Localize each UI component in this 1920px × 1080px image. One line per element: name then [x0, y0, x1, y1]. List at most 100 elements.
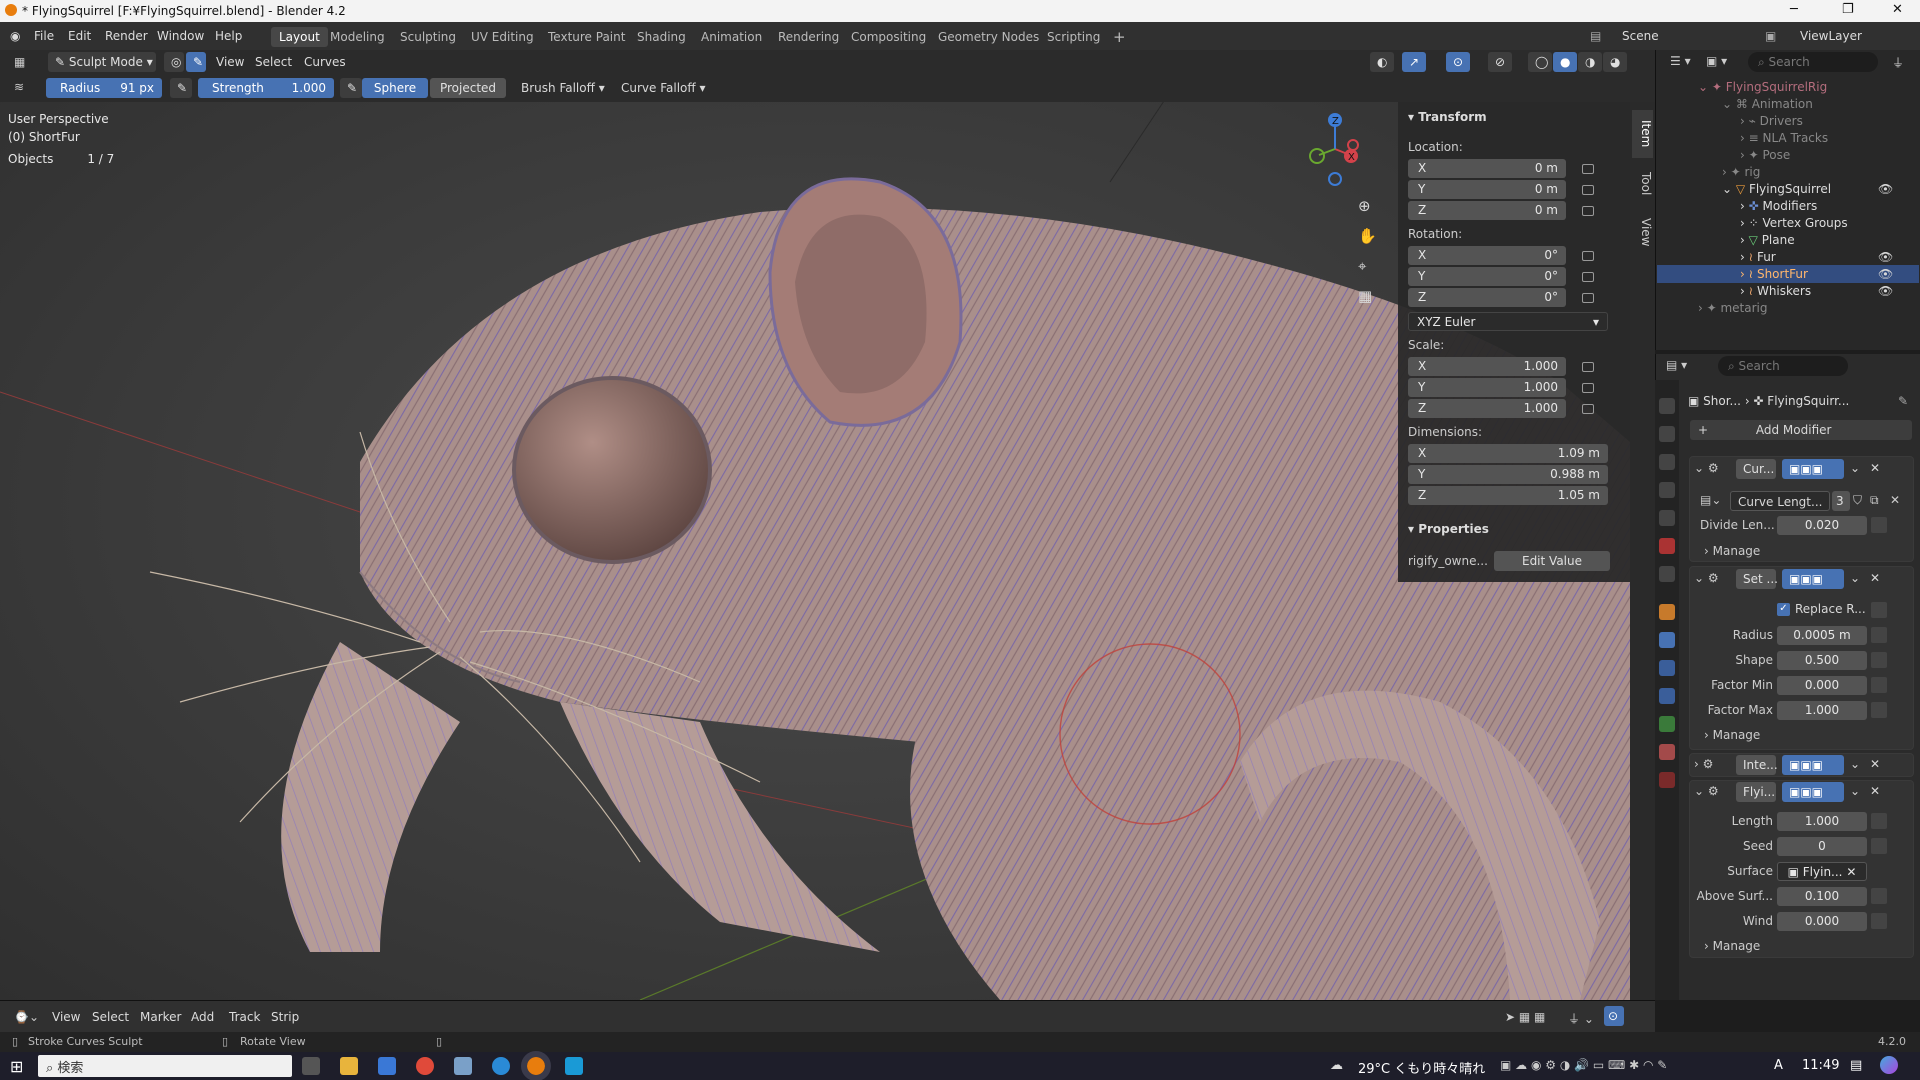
scene-tab-icon[interactable]: [1659, 510, 1675, 526]
scale-z-field[interactable]: Z 1.000: [1408, 399, 1566, 418]
taskbar-search-input[interactable]: ⌕ 検索: [38, 1055, 292, 1077]
symmetry-icon[interactable]: ◎: [164, 52, 184, 72]
modifier-remove-icon[interactable]: ✕: [1870, 461, 1880, 475]
keyframe-icon[interactable]: [1871, 517, 1887, 533]
factor-min-field[interactable]: 0.000: [1777, 676, 1867, 695]
manage-subpanel[interactable]: › Manage: [1704, 728, 1760, 742]
mask-toggle-icon[interactable]: ✎: [186, 52, 206, 72]
pin-icon[interactable]: ✎: [1898, 394, 1908, 408]
lock-icon[interactable]: [1582, 185, 1594, 195]
outliner-item-pose[interactable]: › ✦ Pose: [1740, 148, 1790, 162]
display-mode-icon[interactable]: ▣ ▾: [1706, 54, 1727, 68]
fake-user-icon[interactable]: ⛉: [1853, 493, 1862, 508]
blender-menu-icon[interactable]: ◉: [10, 29, 20, 43]
outliner-item-whiskers[interactable]: › ≀ Whiskers: [1740, 284, 1811, 298]
manage-subpanel[interactable]: › Manage: [1704, 544, 1760, 558]
timeline-menu-marker[interactable]: Marker: [140, 1010, 181, 1024]
outliner-item-metarig[interactable]: › ✦ metarig: [1698, 301, 1768, 315]
shape-field[interactable]: 0.500: [1777, 651, 1867, 670]
outliner-editor-icon[interactable]: ☰ ▾: [1670, 54, 1691, 68]
dimension-y-field[interactable]: Y 0.988 m: [1408, 465, 1608, 484]
output-tab-icon[interactable]: [1659, 454, 1675, 470]
menu-view[interactable]: View: [216, 55, 244, 69]
outliner-item-rig-object[interactable]: ⌄ ✦ FlyingSquirrelRig: [1698, 80, 1827, 94]
menu-render[interactable]: Render: [105, 29, 148, 43]
rotation-y-field[interactable]: Y 0°: [1408, 267, 1566, 286]
radius-pressure-icon[interactable]: ✎: [170, 78, 192, 98]
add-workspace-icon[interactable]: +: [1105, 25, 1134, 46]
lock-icon[interactable]: [1582, 251, 1594, 261]
view-layer-tab-icon[interactable]: [1659, 482, 1675, 498]
modifier-visibility-icons[interactable]: ▣▣▣: [1782, 459, 1844, 479]
windows-start-icon[interactable]: ⊞: [10, 1057, 23, 1076]
modifier-visibility-icons[interactable]: ▣▣▣: [1782, 782, 1844, 802]
edit-value-button[interactable]: Edit Value: [1494, 551, 1610, 571]
lock-icon[interactable]: [1582, 206, 1594, 216]
rendered-shading-icon[interactable]: ◕: [1603, 52, 1627, 72]
tab-uv-editing[interactable]: UV Editing: [463, 27, 542, 47]
modifier-visibility-icons[interactable]: ▣▣▣: [1782, 755, 1844, 775]
ime-indicator[interactable]: A: [1774, 1058, 1783, 1073]
projected-toggle[interactable]: Projected: [430, 78, 506, 98]
3d-viewport[interactable]: User Perspective (0) ShortFur Objects 1 /…: [0, 102, 1630, 1000]
modifier-collapse-icon[interactable]: ⌄ ⚙: [1694, 571, 1719, 585]
gizmo-toggle-icon[interactable]: ↗: [1402, 52, 1426, 72]
location-y-field[interactable]: Y0 m: [1408, 180, 1566, 199]
radius-param-field[interactable]: 0.0005 m: [1777, 626, 1867, 645]
keyframe-icon[interactable]: [1871, 627, 1887, 643]
properties-editor-icon[interactable]: ▤ ▾: [1666, 358, 1687, 372]
menu-select[interactable]: Select: [255, 55, 292, 69]
menu-help[interactable]: Help: [215, 29, 242, 43]
tab-view[interactable]: View: [1632, 210, 1653, 254]
lock-icon[interactable]: [1582, 383, 1594, 393]
modifier-tab-icon[interactable]: [1659, 632, 1675, 648]
unlink-icon[interactable]: ✕: [1890, 493, 1900, 507]
modifier-collapse-icon[interactable]: ⌄ ⚙: [1694, 461, 1719, 475]
restore-icon[interactable]: ❐: [1842, 2, 1854, 17]
material-tab-icon[interactable]: [1659, 744, 1675, 760]
keyframe-icon[interactable]: [1871, 677, 1887, 693]
overlay-toggle-icon[interactable]: ⊙: [1446, 52, 1470, 72]
sphere-toggle[interactable]: Sphere: [362, 78, 428, 98]
weather-text[interactable]: 29°C くもり時々晴れ: [1358, 1058, 1485, 1077]
properties-search-input[interactable]: ⌕ Search: [1718, 356, 1848, 376]
modifier-name-field[interactable]: Flyi...: [1736, 782, 1776, 802]
dimension-x-field[interactable]: X 1.09 m: [1408, 444, 1608, 463]
strength-pressure-icon[interactable]: ✎: [340, 78, 362, 98]
scale-y-field[interactable]: Y 1.000: [1408, 378, 1566, 397]
data-tab-icon[interactable]: [1659, 716, 1675, 732]
keyframe-icon[interactable]: [1871, 702, 1887, 718]
timeline-editor-icon[interactable]: ⌚⌄: [14, 1010, 39, 1024]
timeline-menu-track[interactable]: Track: [229, 1010, 260, 1024]
eye-icon[interactable]: 👁: [1878, 250, 1893, 264]
filter-icon[interactable]: ⏚: [1892, 54, 1904, 71]
xray-icon[interactable]: ⊘: [1488, 52, 1512, 72]
modifier-menu-chevron-icon[interactable]: ⌄: [1850, 571, 1860, 585]
ortho-grid-icon[interactable]: ▦: [1358, 287, 1372, 305]
lock-icon[interactable]: [1582, 404, 1594, 414]
timeline-menu-select[interactable]: Select: [92, 1010, 129, 1024]
editor-type-icon[interactable]: ▦: [14, 55, 25, 69]
texture-tab-icon[interactable]: [1659, 772, 1675, 788]
render-tab-icon[interactable]: [1659, 426, 1675, 442]
tray-icons[interactable]: ▣ ☁ ◉ ⚙ ◑ 🔊 ▭ ⌨ ✱ ◠ ✎: [1500, 1058, 1667, 1072]
modifier-menu-chevron-icon[interactable]: ⌄: [1850, 461, 1860, 475]
outliner-search-input[interactable]: ⌕ Search: [1748, 52, 1878, 72]
node-group-field[interactable]: Curve Lengt...: [1730, 491, 1830, 511]
outliner-item-plane[interactable]: › ▽ Plane: [1740, 233, 1795, 247]
navigation-gizmo[interactable]: X Z: [1305, 109, 1375, 189]
menu-curves[interactable]: Curves: [304, 55, 346, 69]
wind-field[interactable]: 0.000: [1777, 912, 1867, 931]
lock-icon[interactable]: [1582, 164, 1594, 174]
length-field[interactable]: 1.000: [1777, 812, 1867, 831]
rotation-x-field[interactable]: X 0°: [1408, 246, 1566, 265]
location-z-field[interactable]: Z0 m: [1408, 201, 1566, 220]
rotation-z-field[interactable]: Z 0°: [1408, 288, 1566, 307]
menu-edit[interactable]: Edit: [68, 29, 91, 43]
modifier-menu-chevron-icon[interactable]: ⌄: [1850, 784, 1860, 798]
eye-icon[interactable]: 👁: [1878, 182, 1893, 196]
notepad-icon[interactable]: [454, 1057, 472, 1075]
node-group-users[interactable]: 3: [1832, 491, 1850, 511]
modifier-collapse-icon[interactable]: ⌄ ⚙: [1694, 784, 1719, 798]
menu-window[interactable]: Window: [157, 29, 204, 43]
